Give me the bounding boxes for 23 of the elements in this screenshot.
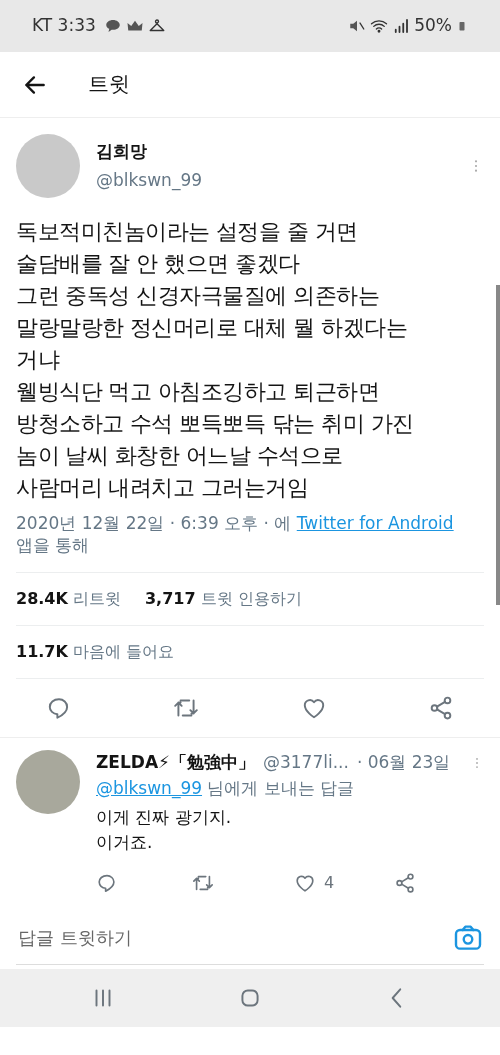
page-title: 트윗 [88, 70, 130, 98]
reply-text: 이게 진짜 광기지. 이거죠. [96, 806, 233, 854]
wifi-icon [370, 17, 389, 35]
status-time: KT 3:33 [32, 14, 96, 38]
share-icon[interactable] [394, 872, 417, 894]
heart-icon[interactable] [294, 872, 316, 894]
author-handle: @blkswn_99 [96, 169, 204, 193]
tweet-text: 독보적미친놈이라는 설정을 줄 거면 술담배를 잘 안 했으면 좋겠다 그런 중독성 신경자극물질에 의존하는 말랑말랑한 정신머리로 대체 뭘 하겠다는 거냐 웰빙식단 먹고 아침조깅하고 퇴근하면 방청소하고 수석 뽀득뽀득 닦는 취미 가진 놈이 날씨 화창한 어느날 수석으로 사람머리 내려치고 그러는거임 [16, 218, 415, 502]
scrollbar[interactable] [496, 285, 500, 605]
stat-text[interactable]: 3,717 트윗 인용하기 [144, 587, 302, 611]
reply-handle: @3177li... [263, 751, 349, 774]
likes-text[interactable]: 11.7K 마음에 들어요 [16, 640, 175, 664]
share-icon[interactable] [428, 695, 454, 721]
signal-icon [392, 17, 411, 35]
reply-icon[interactable] [96, 872, 118, 894]
tweet-timestamp: 2020년 12월 22일 · 6:39 오후 · 에 Twitter for Android 앱을 통해 [15, 512, 455, 556]
battery-level: 50% [414, 14, 452, 38]
stat-text[interactable]: 28.4K 리트윗 [16, 587, 121, 611]
reply-to-text: @blkswn_99 님에게 보내는 답글 [96, 776, 356, 801]
reply-date: · 06월 23일 [356, 751, 451, 774]
like-count: 4 [324, 872, 335, 894]
reply-author-name: ZELDA⚡「勉強中」 [96, 751, 255, 774]
author-name: 김희망 [96, 139, 148, 163]
